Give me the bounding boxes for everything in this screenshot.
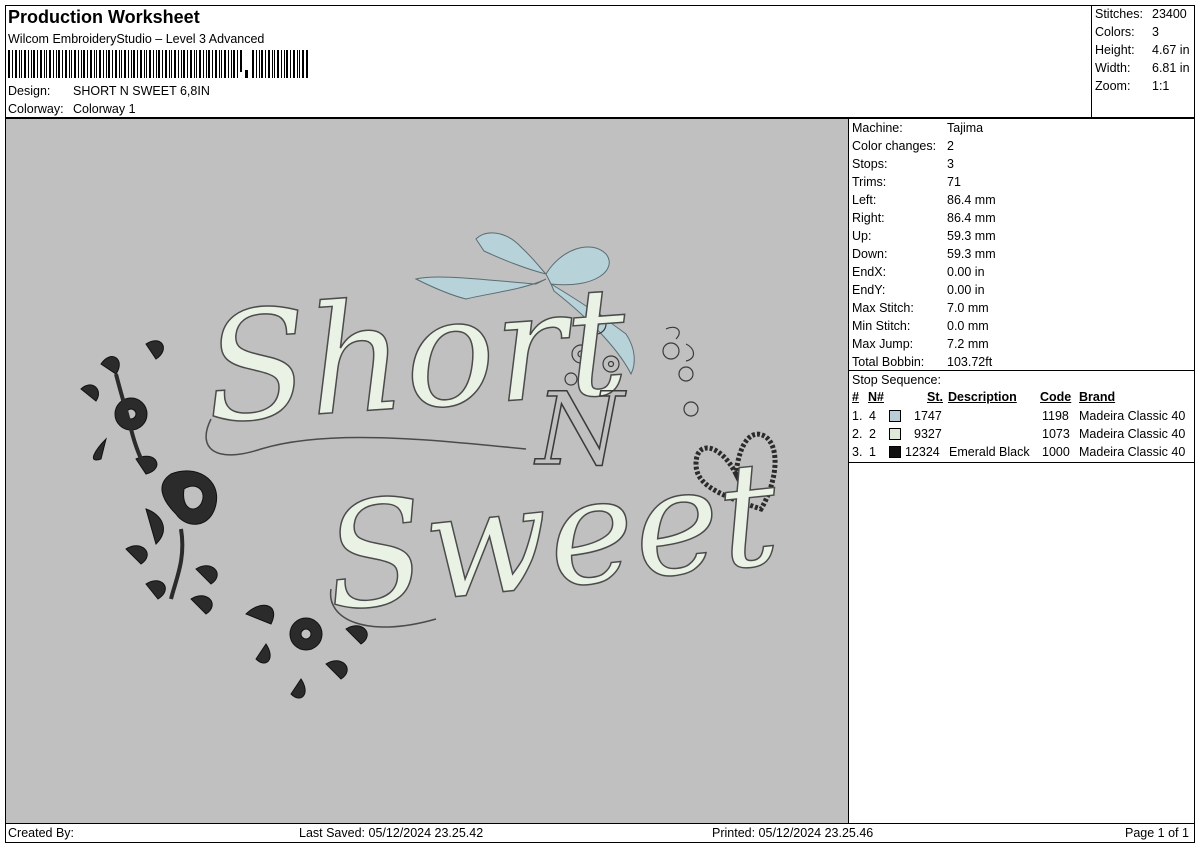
stat-label-total-bobbin: Total Bobbin: — [852, 355, 925, 369]
stitches-label: Stitches: — [1095, 7, 1143, 21]
barcode — [8, 50, 308, 78]
row-stitches: 1747 — [914, 409, 942, 423]
stat-label-down: Down: — [852, 247, 888, 261]
stat-value-trims: 71 — [947, 175, 961, 189]
created-by: Created By: — [8, 826, 75, 840]
width-value: 6.81 in — [1152, 61, 1190, 75]
row-needle: 1 — [869, 445, 876, 459]
stat-value-total-bobbin: 103.72ft — [947, 355, 993, 369]
stat-value-max-stitch: 7.0 mm — [947, 301, 989, 315]
stop-sequence-title: Stop Sequence: — [852, 373, 941, 387]
design-value: SHORT N SWEET 6,8IN — [73, 84, 210, 98]
colorway-label: Colorway: — [8, 102, 64, 116]
colors-label: Colors: — [1095, 25, 1135, 39]
stat-label-endy: EndY: — [852, 283, 886, 297]
row-brand: Madeira Classic 40 — [1079, 445, 1186, 459]
row-num: 3. — [852, 445, 863, 459]
notes-area — [848, 462, 1195, 824]
stat-label-max-stitch: Max Stitch: — [852, 301, 914, 315]
row-needle: 2 — [869, 427, 876, 441]
stat-value-left: 86.4 mm — [947, 193, 996, 207]
row-code: 1073 — [1042, 427, 1070, 441]
stitches-value: 23400 — [1152, 7, 1187, 21]
height-label: Height: — [1095, 43, 1135, 57]
stat-label-right: Right: — [852, 211, 885, 225]
col-header-num: # — [852, 390, 859, 404]
stat-label-max-jump: Max Jump: — [852, 337, 914, 351]
row-stitches: 9327 — [914, 427, 942, 441]
stat-value-machine: Tajima — [947, 121, 984, 135]
stat-value-stops: 3 — [947, 157, 954, 171]
last-saved: Last Saved: 05/12/2024 23.25.42 — [299, 826, 484, 840]
row-stitches: 12324 — [905, 445, 940, 459]
stat-value-endx: 0.00 in — [947, 265, 985, 279]
color-swatch — [889, 446, 901, 458]
row-description: Emerald Black — [949, 445, 1030, 459]
stat-label-left: Left: — [852, 193, 877, 207]
stat-label-stops: Stops: — [852, 157, 888, 171]
colors-value: 3 — [1152, 25, 1159, 39]
worksheet-title: Production Worksheet — [8, 7, 200, 27]
stat-value-endy: 0.00 in — [947, 283, 985, 297]
row-brand: Madeira Classic 40 — [1079, 409, 1186, 423]
stat-label-trims: Trims: — [852, 175, 887, 189]
stat-label-machine: Machine: — [852, 121, 903, 135]
design-label: Design: — [8, 84, 51, 98]
row-code: 1000 — [1042, 445, 1070, 459]
page-number: Page 1 of 1 — [1125, 826, 1189, 840]
stat-value-up: 59.3 mm — [947, 229, 996, 243]
stats-panel — [848, 118, 1195, 371]
design-preview: Short N Sweet — [6, 119, 848, 823]
row-num: 1. — [852, 409, 863, 423]
zoom-value: 1:1 — [1152, 79, 1170, 93]
row-brand: Madeira Classic 40 — [1079, 427, 1186, 441]
stat-value-color-changes: 2 — [947, 139, 954, 153]
stat-label-up: Up: — [852, 229, 872, 243]
row-num: 2. — [852, 427, 863, 441]
printed-date: Printed: 05/12/2024 23.25.46 — [712, 826, 874, 840]
colorway-value: Colorway 1 — [73, 102, 136, 116]
col-header-needle: N# — [868, 390, 884, 404]
stat-value-right: 86.4 mm — [947, 211, 996, 225]
col-header-description: Description — [948, 390, 1017, 404]
row-code: 1198 — [1042, 409, 1069, 423]
stat-label-color-changes: Color changes: — [852, 139, 937, 153]
stat-value-min-stitch: 0.0 mm — [947, 319, 989, 333]
zoom-label: Zoom: — [1095, 79, 1131, 93]
color-swatch — [889, 410, 901, 422]
stat-label-min-stitch: Min Stitch: — [852, 319, 911, 333]
stat-value-max-jump: 7.2 mm — [947, 337, 989, 351]
col-header-brand: Brand — [1079, 390, 1116, 404]
width-label: Width: — [1095, 61, 1131, 75]
row-needle: 4 — [869, 409, 876, 423]
col-header-code: Code — [1040, 390, 1072, 404]
stat-label-endx: EndX: — [852, 265, 887, 279]
stat-value-down: 59.3 mm — [947, 247, 996, 261]
col-header-stitches: St. — [927, 390, 943, 404]
color-swatch — [889, 428, 901, 440]
height-value: 4.67 in — [1152, 43, 1190, 57]
footer-bar — [5, 823, 1195, 843]
software-name: Wilcom EmbroideryStudio – Level 3 Advanc… — [8, 32, 265, 46]
